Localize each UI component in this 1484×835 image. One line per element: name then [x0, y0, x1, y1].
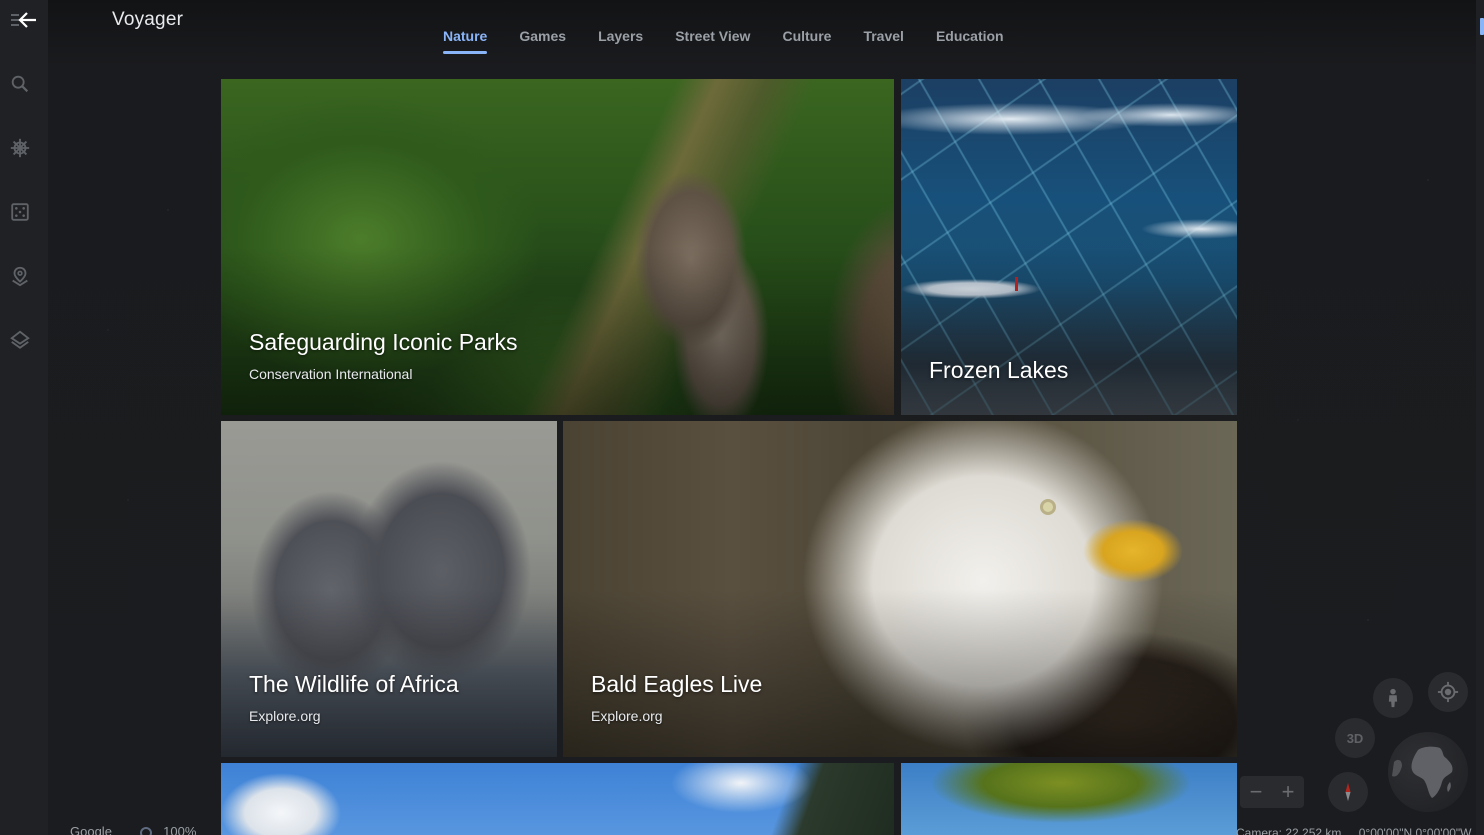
ship-wheel-icon [10, 138, 30, 158]
tab-layers[interactable]: Layers [598, 26, 643, 54]
story-card-wildlife-of-africa[interactable]: The Wildlife of Africa Explore.org [221, 421, 557, 757]
dice-icon [11, 203, 29, 221]
loading-ring-icon [139, 826, 152, 835]
story-card-bald-eagles-live[interactable]: Bald Eagles Live Explore.org [563, 421, 1237, 757]
tab-street-view[interactable]: Street View [675, 26, 750, 54]
zoom-controls: − + [1240, 776, 1304, 808]
globe-africa-icon [1392, 746, 1453, 798]
story-card-mountain-sky[interactable] [221, 763, 894, 835]
compass-icon [1345, 782, 1351, 802]
back-arrow-icon [11, 12, 36, 28]
card-title: Frozen Lakes [929, 357, 1069, 383]
tab-travel[interactable]: Travel [863, 26, 903, 54]
load-percentage: 100% [163, 824, 197, 835]
camera-altitude: Camera: 22,252 km [1236, 826, 1342, 835]
card-image [221, 79, 894, 415]
person-figure [1015, 277, 1018, 291]
status-bar-right: Camera: 22,252 km 0°00'00"N 0°00'00"W [1236, 826, 1472, 835]
rail-map-style-button[interactable] [8, 328, 32, 352]
google-attribution: Google [70, 824, 112, 835]
card-image [563, 421, 1237, 757]
my-location-button[interactable] [1428, 672, 1468, 712]
mini-globe-button[interactable] [1388, 732, 1468, 812]
street-view-pegman-button[interactable] [1373, 678, 1413, 718]
rail-search-button[interactable] [8, 72, 32, 96]
layers-icon [10, 330, 30, 349]
card-title: Safeguarding Iconic Parks [249, 329, 518, 355]
card-subtitle: Conservation International [249, 366, 413, 382]
card-title: Bald Eagles Live [591, 671, 763, 697]
pegman-icon [1388, 688, 1398, 708]
back-button[interactable] [10, 8, 40, 32]
story-card-frozen-lakes[interactable]: Frozen Lakes [901, 79, 1237, 415]
rail-projects-button[interactable] [8, 264, 32, 288]
map-pin-icon [12, 266, 28, 287]
crosshair-icon [1437, 681, 1459, 703]
rail-voyager-button[interactable] [8, 136, 32, 160]
right-scrollbar-track[interactable] [1476, 0, 1484, 835]
category-tabs: Nature Games Layers Street View Culture … [443, 26, 1004, 54]
toggle-3d-button[interactable]: 3D [1335, 718, 1375, 758]
card-subtitle: Explore.org [591, 708, 663, 724]
page-title: Voyager [112, 9, 184, 30]
search-icon [11, 75, 29, 93]
rail-feeling-lucky-button[interactable] [8, 200, 32, 224]
card-subtitle: Explore.org [249, 708, 321, 724]
card-title: The Wildlife of Africa [249, 671, 459, 697]
eagle-eye [1040, 499, 1056, 515]
compass-button[interactable] [1328, 772, 1368, 812]
tab-culture[interactable]: Culture [782, 26, 831, 54]
story-card-safeguarding-iconic-parks[interactable]: Safeguarding Iconic Parks Conservation I… [221, 79, 894, 415]
card-image [221, 421, 557, 757]
status-bar-left: Google 100% [70, 824, 196, 835]
tab-nature[interactable]: Nature [443, 26, 488, 54]
left-rail [0, 0, 48, 835]
tab-education[interactable]: Education [936, 26, 1004, 54]
edge-indicator [1480, 18, 1484, 35]
zoom-out-button[interactable]: − [1250, 781, 1263, 803]
cursor-coordinates: 0°00'00"N 0°00'00"W [1358, 826, 1472, 835]
tab-games[interactable]: Games [519, 26, 566, 54]
zoom-in-button[interactable]: + [1282, 781, 1295, 803]
story-card-tree-sky[interactable] [901, 763, 1237, 835]
